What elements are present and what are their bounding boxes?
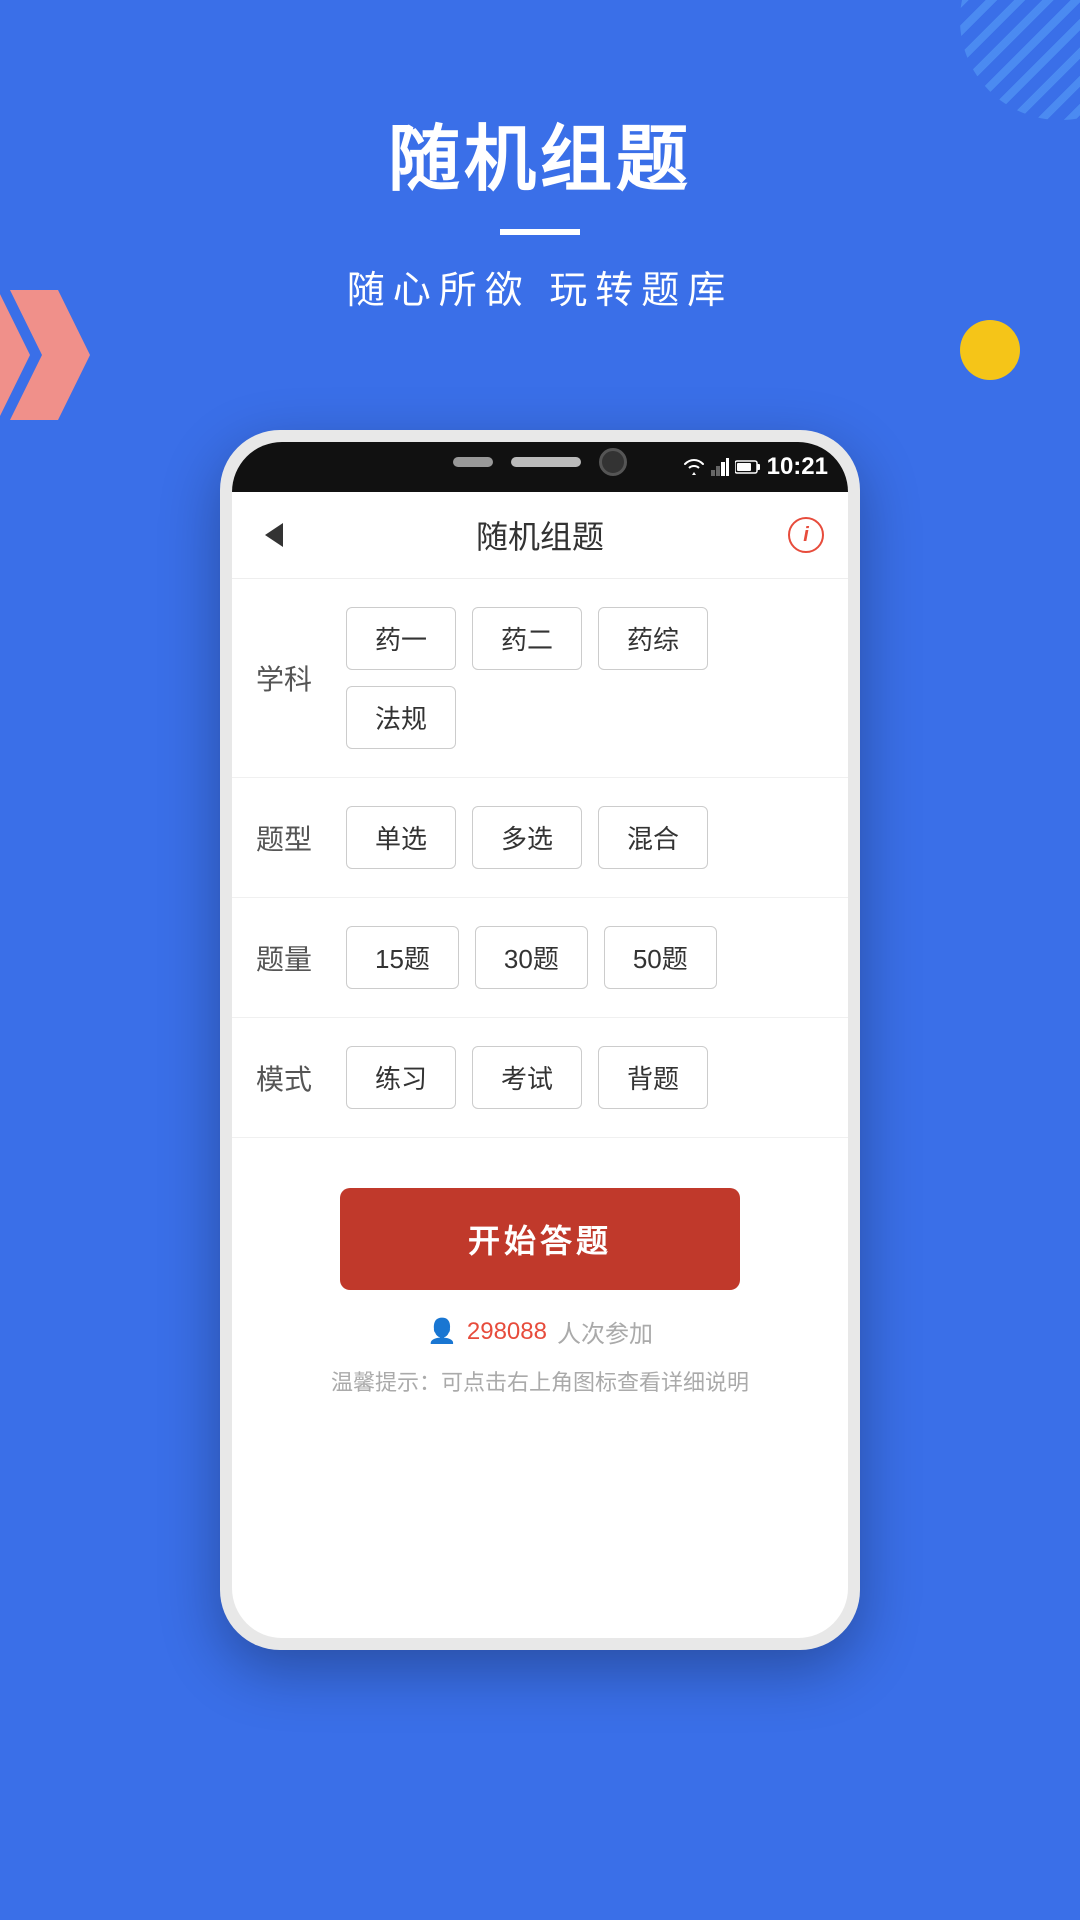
phone-shell: 10:21 随机组题 i 学科 药一 药二 (220, 430, 860, 1650)
mode-option-practice[interactable]: 练习 (346, 1046, 456, 1109)
mode-label: 模式 (256, 1058, 326, 1098)
start-button[interactable]: 开始答题 (340, 1188, 740, 1290)
count-option-15[interactable]: 15题 (346, 926, 459, 989)
subject-option-yaoyi[interactable]: 药一 (346, 607, 456, 670)
phone-mockup: 10:21 随机组题 i 学科 药一 药二 (220, 430, 860, 1810)
battery-icon (735, 460, 761, 474)
phone-sensor (511, 457, 581, 467)
header-section: 随机组题 随心所欲 玩转题库 (0, 100, 1080, 314)
nav-bar: 随机组题 i (232, 492, 848, 579)
status-time: 10:21 (767, 453, 828, 481)
type-label: 题型 (256, 818, 326, 858)
start-section: 开始答题 👤 298088 人次参加 温馨提示：可点击右上角图标查看详细说明 (232, 1138, 848, 1417)
type-option-mixed[interactable]: 混合 (598, 806, 708, 869)
count-section: 题量 15题 30题 50题 (232, 898, 848, 1018)
subject-section: 学科 药一 药二 药综 法规 (232, 579, 848, 778)
mode-section: 模式 练习 考试 背题 (232, 1018, 848, 1138)
signal-icon (711, 458, 729, 476)
type-option-single[interactable]: 单选 (346, 806, 456, 869)
phone-screen: 10:21 随机组题 i 学科 药一 药二 (232, 442, 848, 1638)
back-button[interactable] (256, 517, 292, 553)
subject-option-yaozong[interactable]: 药综 (598, 607, 708, 670)
bg-decoration-circle (960, 320, 1020, 380)
nav-title: 随机组题 (476, 512, 604, 558)
mode-option-exam[interactable]: 考试 (472, 1046, 582, 1109)
hint-text: 温馨提示：可点击右上角图标查看详细说明 (331, 1365, 749, 1397)
mode-options: 练习 考试 背题 (346, 1046, 708, 1109)
phone-speaker (453, 457, 493, 467)
status-icons: 10:21 (683, 453, 828, 481)
count-option-50[interactable]: 50题 (604, 926, 717, 989)
mode-option-memorize[interactable]: 背题 (598, 1046, 708, 1109)
count-options: 15题 30题 50题 (346, 926, 717, 989)
user-icon: 👤 (427, 1317, 457, 1346)
page-main-title: 随机组题 (0, 100, 1080, 205)
type-options: 单选 多选 混合 (346, 806, 708, 869)
info-button[interactable]: i (788, 517, 824, 553)
type-section: 题型 单选 多选 混合 (232, 778, 848, 898)
subject-label: 学科 (256, 658, 326, 698)
count-option-30[interactable]: 30题 (475, 926, 588, 989)
count-label: 题量 (256, 938, 326, 978)
back-icon (265, 523, 283, 547)
page-subtitle: 随心所欲 玩转题库 (0, 259, 1080, 314)
type-option-multiple[interactable]: 多选 (472, 806, 582, 869)
subject-option-fagui[interactable]: 法规 (346, 686, 456, 749)
header-divider (500, 229, 580, 235)
participants-count: 298088 (467, 1318, 547, 1346)
wifi-icon (683, 458, 705, 476)
participants-suffix: 人次参加 (557, 1314, 653, 1349)
app-content: 随机组题 i 学科 药一 药二 药综 法规 题型 (232, 492, 848, 1417)
subject-option-yaoer[interactable]: 药二 (472, 607, 582, 670)
phone-camera (599, 448, 627, 476)
subject-options: 药一 药二 药综 法规 (346, 607, 824, 749)
participants-row: 👤 298088 人次参加 (427, 1314, 653, 1349)
